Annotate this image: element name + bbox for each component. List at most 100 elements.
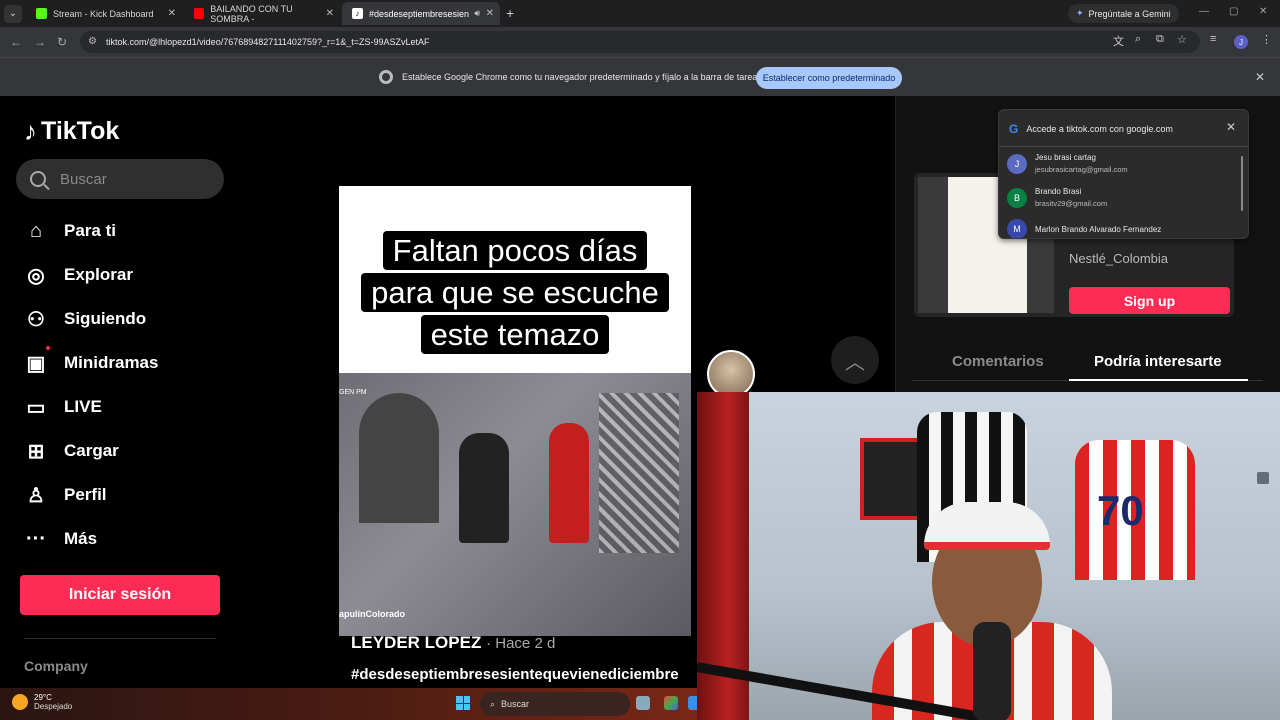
webcam-overlay: 70: [697, 392, 1280, 720]
account-email: brasitv29@gmail.com: [1035, 199, 1108, 208]
browser-tab-youtube[interactable]: BAILANDO CON TU SOMBRA - ✕: [184, 2, 340, 25]
company-link[interactable]: Company: [24, 658, 88, 674]
live-tv-icon: ▭: [26, 396, 46, 419]
signup-button[interactable]: Sign up: [1069, 287, 1230, 314]
sidebar-item-explorar[interactable]: ◎ Explorar: [24, 260, 133, 290]
microphone: [973, 622, 1011, 720]
google-g-icon: G: [1009, 122, 1019, 136]
sidebar-item-perfil[interactable]: ♙ Perfil: [24, 480, 107, 510]
set-default-button[interactable]: Establecer como predeterminado: [756, 67, 902, 89]
new-tab-button[interactable]: +: [506, 5, 514, 21]
overlay-control-icon[interactable]: [1257, 472, 1269, 484]
streamer-cap: [924, 502, 1050, 550]
forward-icon[interactable]: →: [34, 35, 46, 49]
browser-tab-tiktok[interactable]: ♪ #desdeseptiembresesiente 🔊︎ ✕: [342, 2, 500, 25]
tab-title: #desdeseptiembresesiente: [369, 8, 469, 19]
sidebar-item-para-ti[interactable]: ⌂ Para ti: [24, 216, 116, 246]
video-caption: Faltan pocos días para que se escuche es…: [351, 230, 679, 356]
reading-list-icon[interactable]: ≡: [1210, 33, 1216, 45]
browser-tabstrip: ⌄ Stream - Kick Dashboard ✕ BAILANDO CON…: [0, 0, 1280, 27]
tiktok-logo[interactable]: ♪ TikTok: [24, 116, 119, 147]
sidebar-item-mas[interactable]: ··· Más: [24, 524, 97, 554]
chrome-menu-icon[interactable]: ⋮: [1261, 33, 1272, 46]
author-name: LEYDER LOPEZ: [351, 633, 482, 652]
more-dots-icon: ···: [26, 527, 46, 550]
previous-video-chevron-up-icon[interactable]: ︿: [831, 336, 879, 384]
kick-favicon-icon: [36, 8, 47, 19]
infobar-close-icon[interactable]: ✕: [1255, 70, 1265, 84]
task-view-icon[interactable]: [636, 696, 650, 710]
tab-podria-interesarte[interactable]: Podría interesarte: [1094, 353, 1222, 370]
popup-close-icon[interactable]: ✕: [1226, 120, 1236, 134]
back-icon[interactable]: ←: [10, 35, 22, 49]
account-name: Jesu brasi cartag: [1035, 153, 1096, 162]
url-text: tiktok.com/@lhlopezd1/video/767689482711…: [106, 37, 430, 47]
translate-icon[interactable]: 文: [1113, 33, 1124, 49]
clip-figure-dark: [459, 433, 509, 543]
chrome-logo-icon: [379, 70, 393, 84]
popup-title: Accede a tiktok.com con google.com: [1026, 124, 1173, 134]
sound-brand[interactable]: Nestlé_Colombia: [1069, 251, 1168, 266]
search-input[interactable]: [60, 170, 210, 188]
popup-scrollbar[interactable]: [1241, 156, 1243, 211]
upload-plus-icon: ⊞: [27, 440, 45, 463]
creator-avatar[interactable]: [707, 350, 755, 398]
gemini-label: Pregúntale a Gemini: [1088, 8, 1171, 19]
sidebar-item-siguiendo[interactable]: ⚇ Siguiendo: [24, 304, 146, 334]
search-icon: [30, 171, 46, 187]
popup-header: G Accede a tiktok.com con google.com: [1009, 122, 1173, 136]
sidebar-item-cargar[interactable]: ⊞ Cargar: [24, 436, 119, 466]
weather-condition: Despejado: [34, 702, 73, 711]
tab-title: Stream - Kick Dashboard: [53, 8, 154, 19]
infobar-message: Establece Google Chrome como tu navegado…: [402, 72, 762, 82]
account-avatar: M: [1007, 219, 1027, 238]
address-bar[interactable]: ⚙ tiktok.com/@lhlopezd1/video/7676894827…: [80, 31, 1200, 53]
copilot-icon[interactable]: [664, 696, 678, 710]
close-window-icon[interactable]: ✕: [1259, 6, 1267, 17]
account-option[interactable]: B Brando Brasi brasitv29@gmail.com: [1007, 187, 1107, 208]
gemini-button[interactable]: ✦ Pregúntale a Gemini: [1068, 4, 1179, 23]
speaker-icon[interactable]: 🔊︎: [474, 8, 480, 19]
taskbar-search-label: Buscar: [501, 699, 530, 709]
compass-icon: ◎: [27, 264, 45, 287]
tiktok-note-icon: ♪: [24, 116, 37, 146]
weather-widget[interactable]: 29°C Despejado: [12, 693, 72, 711]
tab-search-menu-button[interactable]: ⌄: [4, 4, 22, 23]
login-button[interactable]: Iniciar sesión: [20, 575, 220, 615]
profile-avatar[interactable]: J: [1234, 35, 1248, 49]
post-time: · Hace 2 d: [486, 635, 556, 652]
tab-comentarios[interactable]: Comentarios: [952, 353, 1044, 370]
account-option[interactable]: J Jesu brasi cartag jesubrasicartag@gmai…: [1007, 153, 1128, 174]
account-email: jesubrasicartag@gmail.com: [1035, 165, 1128, 174]
bookmark-star-icon[interactable]: ☆: [1177, 33, 1187, 46]
site-info-icon[interactable]: ⚙: [88, 36, 97, 47]
zoom-icon[interactable]: ⌕: [1135, 33, 1141, 46]
sidebar-item-minidramas[interactable]: ▣ Minidramas: [24, 346, 158, 378]
install-app-icon[interactable]: ⧉: [1156, 33, 1164, 46]
weather-sun-icon: [12, 694, 28, 710]
account-option[interactable]: M Marlon Brando Alvarado Fernandez: [1007, 219, 1161, 238]
gemini-sparkle-icon: ✦: [1076, 8, 1084, 18]
browser-tab-kick[interactable]: Stream - Kick Dashboard ✕: [26, 2, 182, 25]
search-box[interactable]: [16, 159, 224, 199]
windows-taskbar: 29°C Despejado ⌕ Buscar: [0, 688, 697, 720]
sidebar-item-live[interactable]: ▭ LIVE: [24, 392, 102, 422]
windows-start-icon[interactable]: [456, 696, 470, 710]
taskbar-search[interactable]: ⌕ Buscar: [480, 692, 630, 716]
edge-icon[interactable]: [688, 696, 697, 710]
video-player[interactable]: Faltan pocos días para que se escuche es…: [339, 186, 691, 636]
tab-close-icon[interactable]: ✕: [326, 8, 334, 19]
film-icon: ▣: [24, 346, 50, 376]
maximize-icon[interactable]: ▢: [1229, 6, 1238, 17]
caption-line: para que se escuche: [361, 273, 669, 312]
tab-close-icon[interactable]: ✕: [486, 8, 494, 19]
video-author[interactable]: LEYDER LOPEZ · Hace 2 d: [351, 633, 555, 653]
reload-icon[interactable]: ↻: [57, 35, 67, 49]
video-hashtag[interactable]: #desdeseptiembresesientequevienediciembr…: [351, 666, 679, 683]
tab-close-icon[interactable]: ✕: [168, 8, 176, 19]
minimize-icon[interactable]: —: [1199, 6, 1209, 17]
notification-dot: [46, 346, 50, 350]
sidebar-item-label: LIVE: [64, 397, 102, 416]
sidebar-item-label: Explorar: [64, 265, 133, 284]
sidebar-item-label: Cargar: [64, 441, 119, 460]
